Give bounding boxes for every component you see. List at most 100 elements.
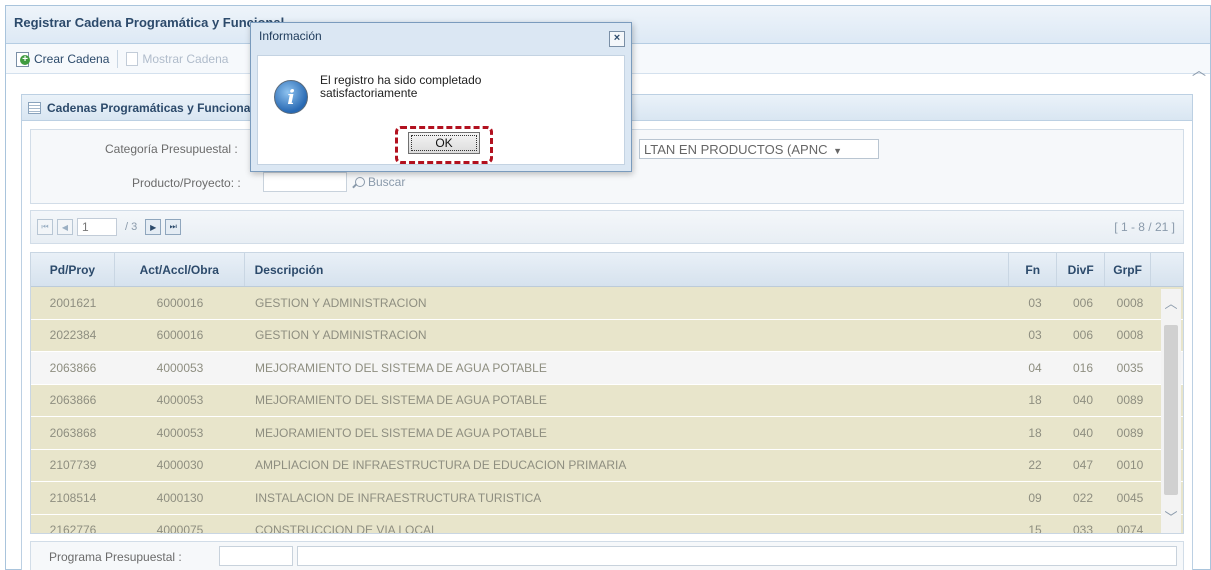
programa-name-field[interactable] <box>297 546 1177 566</box>
col-descripcion[interactable]: Descripción <box>245 253 1010 286</box>
show-chain-label: Mostrar Cadena <box>142 51 229 66</box>
dialog-body: i El registro ha sido completado satisfa… <box>257 55 625 165</box>
cell-grpf: 0089 <box>1116 393 1144 408</box>
cell-grpf: 0045 <box>1116 490 1144 505</box>
grid-icon <box>28 101 41 114</box>
cell-descripcion: CONSTRUCCION DE VIA LOCAL <box>255 523 438 534</box>
scroll-down-icon[interactable]: ﹀ <box>1161 507 1181 526</box>
cell-fn: 03 <box>1028 295 1042 310</box>
cell-pdproy: 2063868 <box>49 425 97 440</box>
cell-divf: 040 <box>1072 393 1094 408</box>
cell-divf: 033 <box>1072 523 1094 534</box>
ok-button[interactable]: OK <box>408 132 480 154</box>
cell-descripcion: MEJORAMIENTO DEL SISTEMA DE AGUA POTABLE <box>255 425 547 440</box>
cell-grpf: 0010 <box>1116 458 1144 473</box>
table-row[interactable]: 2063866 4000053 MEJORAMIENTO DEL SISTEMA… <box>31 352 1183 385</box>
cell-fn: 03 <box>1028 328 1042 343</box>
cell-pdproy: 2063866 <box>49 360 97 375</box>
cell-actaccl: 6000016 <box>156 295 204 310</box>
table-row[interactable]: 2063868 4000053 MEJORAMIENTO DEL SISTEMA… <box>31 417 1183 450</box>
page-total: / 3 <box>125 221 138 233</box>
cell-divf: 016 <box>1072 360 1094 375</box>
info-dialog: Información × i El registro ha sido comp… <box>250 22 632 172</box>
add-document-icon <box>16 51 30 67</box>
document-icon <box>126 51 139 66</box>
programa-label: Programa Presupuestal : <box>49 550 182 564</box>
cell-grpf: 0008 <box>1116 295 1144 310</box>
search-label: Buscar <box>368 175 406 189</box>
create-chain-label: Crear Cadena <box>34 51 110 66</box>
cell-fn: 18 <box>1028 393 1042 408</box>
cell-divf: 047 <box>1072 458 1094 473</box>
cell-descripcion: MEJORAMIENTO DEL SISTEMA DE AGUA POTABLE <box>255 393 547 408</box>
cell-actaccl: 4000075 <box>156 523 204 534</box>
programa-area: Programa Presupuestal : <box>30 541 1184 570</box>
scroll-up-icon[interactable]: ︿ <box>1161 293 1181 312</box>
create-chain-button[interactable]: Crear Cadena <box>16 51 110 67</box>
cell-actaccl: 4000030 <box>156 458 204 473</box>
cell-descripcion: INSTALACION DE INFRAESTRUCTURA TURISTICA <box>255 490 542 505</box>
col-actaccl[interactable]: Act/Accl/Obra <box>115 253 245 286</box>
dialog-title: Información × <box>251 23 631 53</box>
table-scrollbar[interactable]: ︿ ﹀ <box>1161 289 1181 533</box>
cell-fn: 22 <box>1028 458 1042 473</box>
categoria-select-value: LTAN EN PRODUCTOS (APNC <box>644 142 828 157</box>
cell-actaccl: 4000130 <box>156 490 204 505</box>
table-row[interactable]: 2107739 4000030 AMPLIACION DE INFRAESTRU… <box>31 449 1183 482</box>
cell-fn: 15 <box>1028 523 1042 534</box>
col-divf[interactable]: DivF <box>1057 253 1106 286</box>
cell-descripcion: GESTION Y ADMINISTRACION <box>255 295 427 310</box>
cell-actaccl: 4000053 <box>156 425 204 440</box>
table-row[interactable]: 2063866 4000053 MEJORAMIENTO DEL SISTEMA… <box>31 384 1183 417</box>
cell-divf: 006 <box>1072 328 1094 343</box>
search-icon <box>355 177 365 187</box>
col-grpf[interactable]: GrpF <box>1105 253 1152 286</box>
first-page-icon[interactable]: ⏮ <box>37 219 53 235</box>
cell-actaccl: 4000053 <box>156 393 204 408</box>
cell-divf: 006 <box>1072 295 1094 310</box>
cell-descripcion: GESTION Y ADMINISTRACION <box>255 328 427 343</box>
col-fn[interactable]: Fn <box>1009 253 1058 286</box>
cell-fn: 04 <box>1028 360 1042 375</box>
cell-fn: 18 <box>1028 425 1042 440</box>
toolbar-separator <box>117 49 119 68</box>
next-page-icon[interactable]: ▶ <box>145 219 162 235</box>
producto-field[interactable] <box>263 172 347 192</box>
show-chain-button[interactable]: Mostrar Cadena <box>126 51 229 66</box>
cell-pdproy: 2108514 <box>49 490 97 505</box>
cell-actaccl: 4000053 <box>156 360 204 375</box>
scrollbar-thumb[interactable] <box>1164 325 1178 495</box>
page-number-input[interactable]: 1 <box>77 218 117 236</box>
cell-pdproy: 2107739 <box>49 458 97 473</box>
close-icon[interactable]: × <box>609 31 625 47</box>
chains-panel-title: Cadenas Programáticas y Funcionales <box>47 100 268 115</box>
prev-page-icon[interactable]: ◀ <box>57 219 73 235</box>
cell-divf: 040 <box>1072 425 1094 440</box>
cell-pdproy: 2001621 <box>49 295 97 310</box>
programa-code-field[interactable] <box>219 546 293 566</box>
cell-grpf: 0089 <box>1116 425 1144 440</box>
table-row[interactable]: 2001621 6000016 GESTION Y ADMINISTRACION… <box>31 287 1183 320</box>
col-pdproy[interactable]: Pd/Proy <box>31 253 115 286</box>
producto-label: Producto/Proyecto: : <box>132 176 241 190</box>
col-spacer <box>1151 253 1183 286</box>
table-row[interactable]: 2022384 6000016 GESTION Y ADMINISTRACION… <box>31 319 1183 352</box>
last-page-icon[interactable]: ⏭ <box>165 219 182 235</box>
cell-pdproy: 2162776 <box>49 523 97 534</box>
cell-descripcion: MEJORAMIENTO DEL SISTEMA DE AGUA POTABLE <box>255 360 547 375</box>
table-header: Pd/Proy Act/Accl/Obra Descripción Fn Div… <box>31 253 1183 287</box>
search-button[interactable]: Buscar <box>355 175 405 189</box>
categoria-label: Categoría Presupuestal : <box>105 142 238 156</box>
dialog-message: El registro ha sido completado satisfact… <box>320 74 560 100</box>
info-icon: i <box>274 80 308 114</box>
categoria-select[interactable]: LTAN EN PRODUCTOS (APNC ▼ <box>639 139 879 159</box>
page-scroll-up-icon[interactable]: ︿ <box>1188 60 1210 80</box>
cell-fn: 09 <box>1028 490 1042 505</box>
table-row[interactable]: 2162776 4000075 CONSTRUCCION DE VIA LOCA… <box>31 514 1183 534</box>
pager: ⏮ ◀ 1 / 3 ▶ ⏭ [ 1 - 8 / 21 ] <box>30 210 1184 244</box>
chains-table: Pd/Proy Act/Accl/Obra Descripción Fn Div… <box>30 252 1184 534</box>
cell-pdproy: 2063866 <box>49 393 97 408</box>
cell-pdproy: 2022384 <box>49 328 97 343</box>
cell-descripcion: AMPLIACION DE INFRAESTRUCTURA DE EDUCACI… <box>255 458 627 473</box>
table-row[interactable]: 2108514 4000130 INSTALACION DE INFRAESTR… <box>31 482 1183 515</box>
